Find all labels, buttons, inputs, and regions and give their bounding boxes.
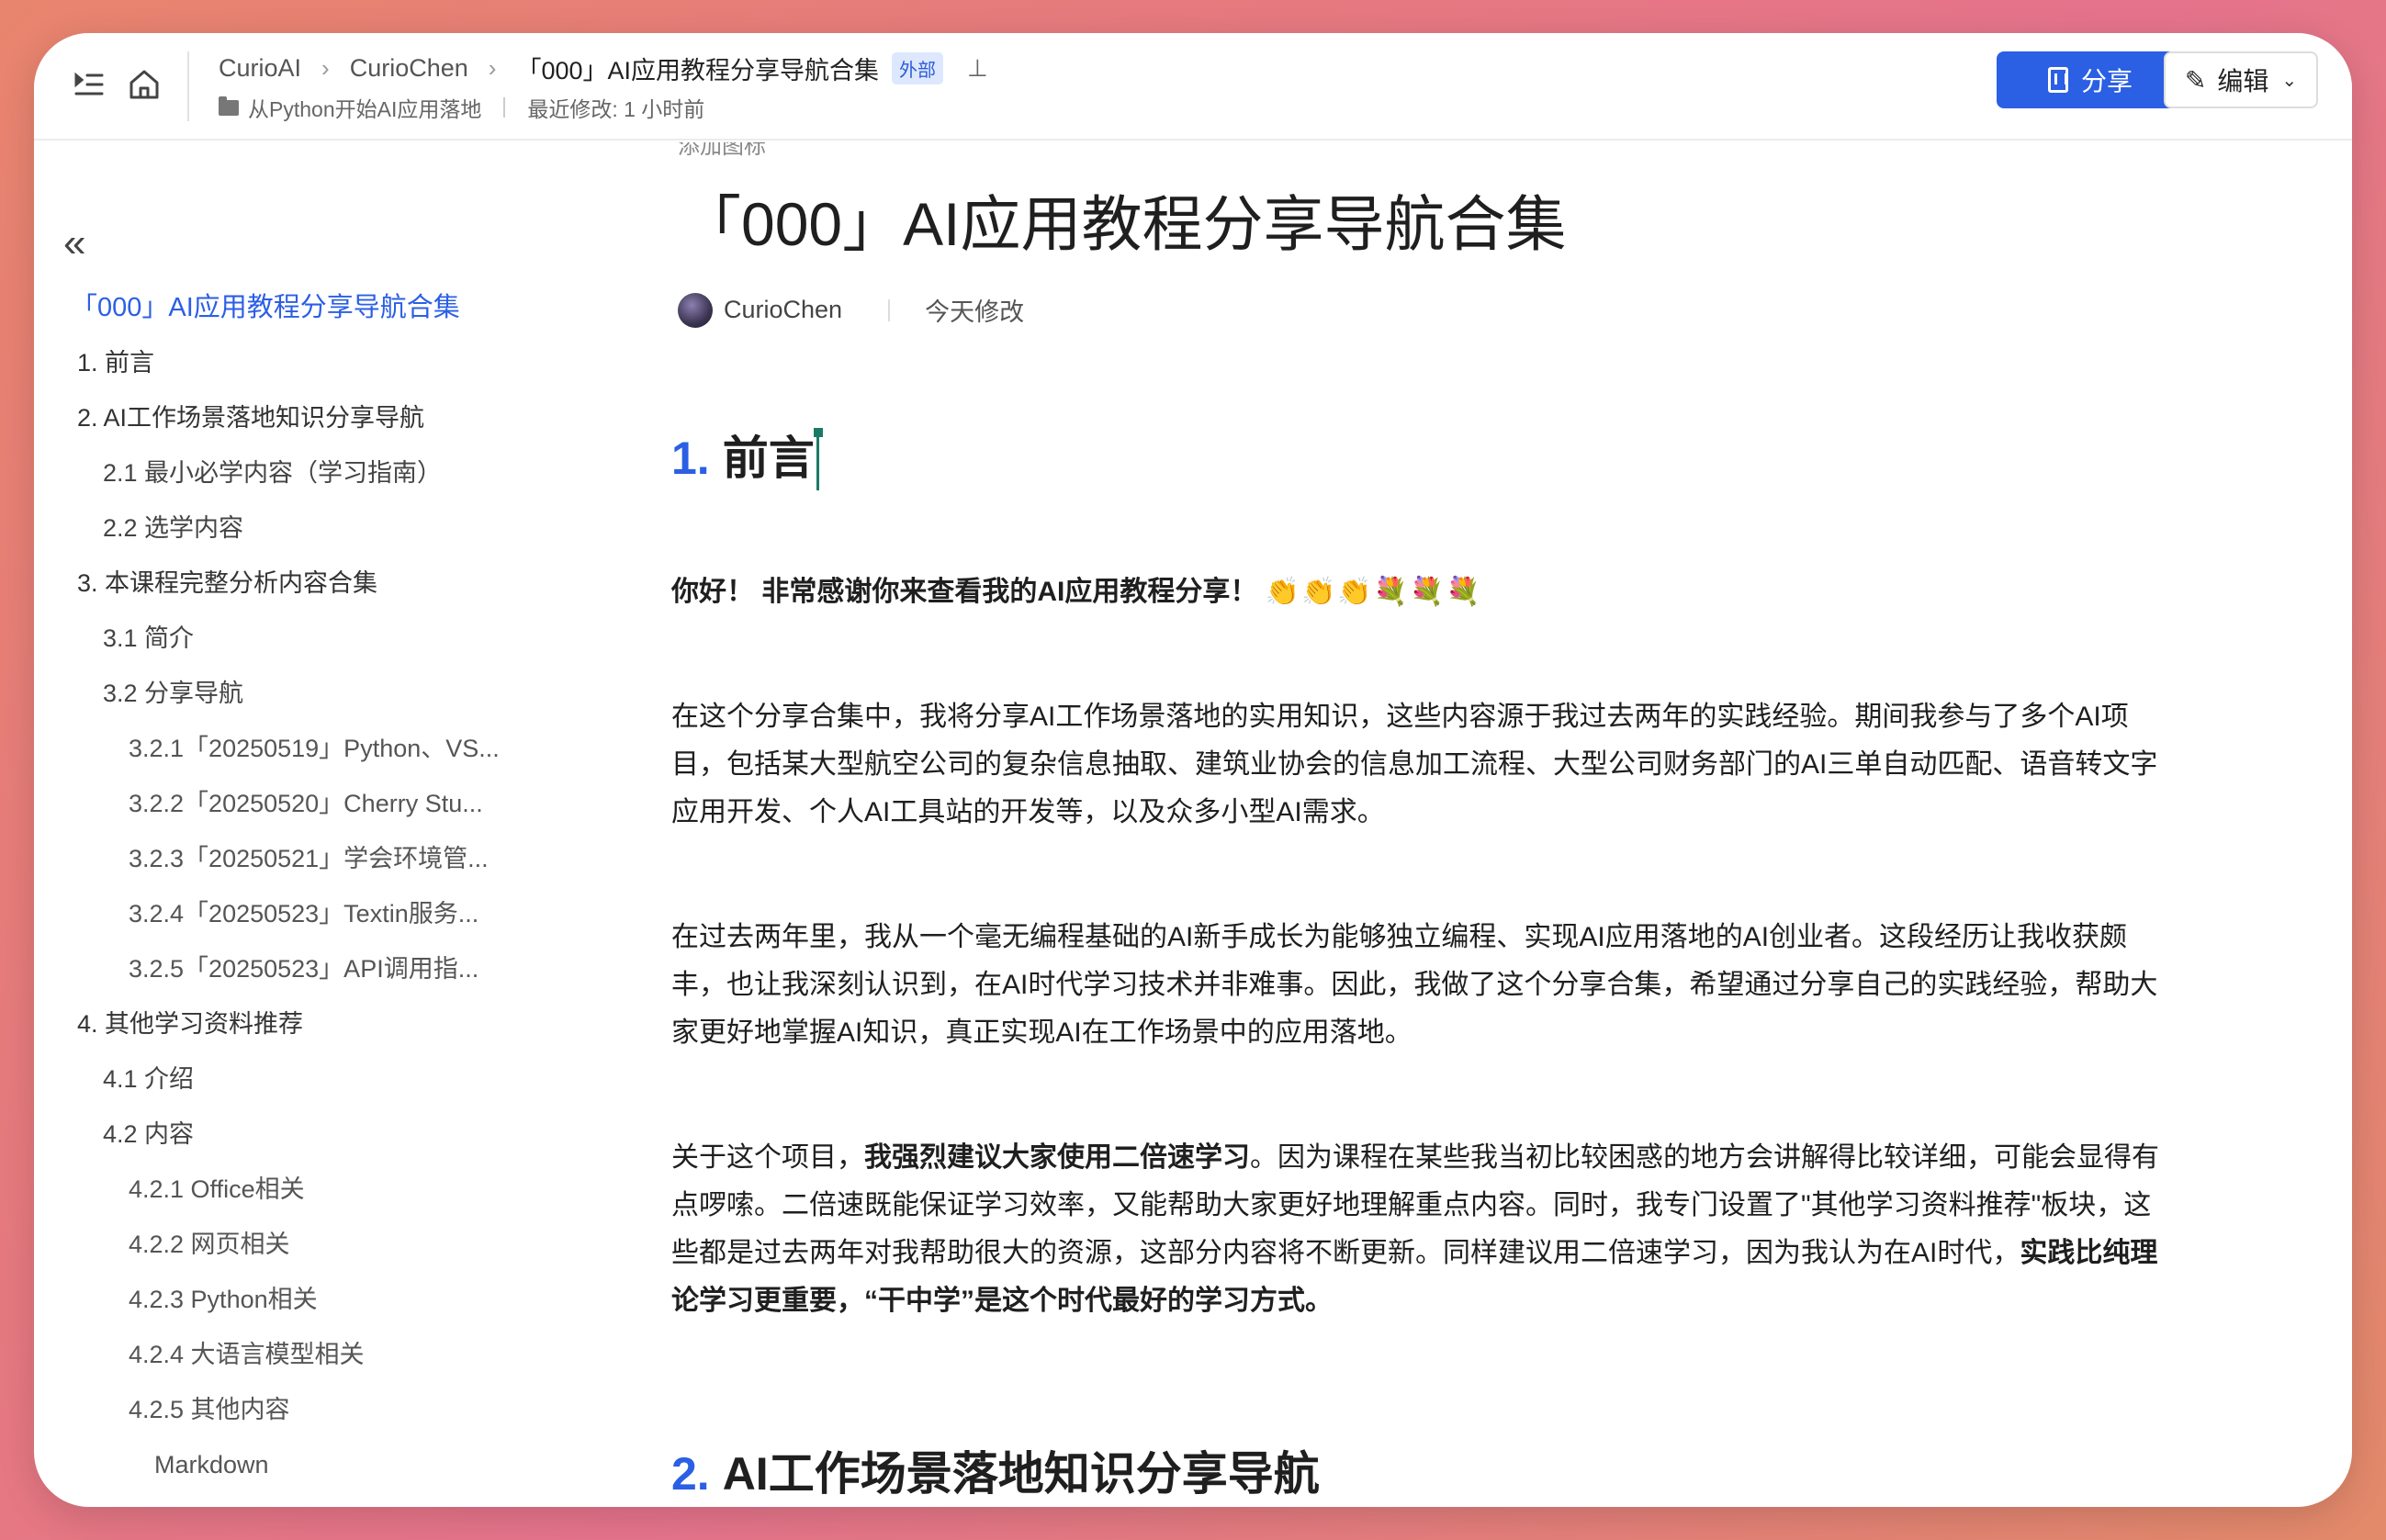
pin-icon[interactable]: ⊥ [967,54,988,83]
heading-2[interactable]: 2. AI工作场景落地知识分享导航 [671,1437,1320,1503]
paragraph[interactable]: 在这个分享合集中，我将分享AI工作场景落地的实用知识，这些内容源于我过去两年的实… [671,693,2178,837]
toc-item[interactable]: 3.1 简介 [71,611,594,666]
toc-item[interactable]: 2. AI工作场景落地知识分享导航 [71,390,594,445]
heading-1[interactable]: 1. 前言 [671,422,823,490]
avatar[interactable] [678,292,713,328]
clap-flower-emoji: 👏👏👏💐💐💐 [1265,577,1482,607]
breadcrumb-item[interactable]: CurioAI [219,54,301,83]
author-line: CurioChen 今天修改 [678,292,1024,328]
folder-name[interactable]: 从Python开始AI应用落地 [248,92,481,123]
toc-item[interactable]: 1. 前言 [71,335,594,390]
document-body: 添加图标 「000」AI应用教程分享导航合集 CurioChen 今天修改 1.… [636,142,2216,1507]
toc-item[interactable]: 3.2.2「20250520」Cherry Stu... [71,776,567,831]
author-name[interactable]: CurioChen [724,296,842,324]
building-icon [2047,67,2068,93]
header-divider [187,51,189,121]
toc-item[interactable]: 3.2.3「20250521」学会环境管... [71,831,567,886]
breadcrumb: CurioAI › CurioChen › 「000」AI应用教程分享导航合集 … [219,50,988,86]
edit-label: 编辑 [2217,67,2269,96]
toc-item[interactable]: 4.2 内容 [71,1107,594,1162]
heading-text: AI工作场景落地知识分享导航 [722,1448,1320,1500]
text-cursor [813,427,823,490]
greeting-text: 你好！ 非常感谢你来查看我的AI应用教程分享！ [671,577,1258,607]
toc-item[interactable]: 4.2.4 大语言模型相关 [71,1327,567,1382]
app-window: CurioAI › CurioChen › 「000」AI应用教程分享导航合集 … [34,33,2352,1507]
doc-meta-line: 从Python开始AI应用落地 最近修改: 1 小时前 [219,91,704,124]
meta-divider [503,97,506,118]
toc-item[interactable]: 3.2.1「20250519」Python、VS... [71,721,567,776]
pencil-icon: ✎ [2184,65,2207,95]
collapse-sidebar-icon[interactable]: « [63,223,85,264]
toc-item[interactable]: JSON [71,1492,594,1507]
toc-item-active[interactable]: 「000」AI应用教程分享导航合集 [71,280,594,335]
author-divider [888,298,891,321]
heading-number: 1. [671,433,710,484]
text-span: 关于这个项目， [671,1142,864,1173]
page-title[interactable]: 「000」AI应用教程分享导航合集 [681,175,1566,264]
toc-sidebar: « 「000」AI应用教程分享导航合集 1. 前言 2. AI工作场景落地知识分享导… [34,142,603,1508]
chevron-down-icon[interactable]: ⌄ [2281,69,2297,92]
toc-list: 「000」AI应用教程分享导航合集 1. 前言 2. AI工作场景落地知识分享导航 2… [71,280,594,1507]
modified-text: 今天修改 [925,298,1025,326]
chevron-right-icon: › [321,53,330,82]
external-badge: 外部 [892,51,944,84]
chevron-right-icon: › [488,53,497,82]
home-icon[interactable] [126,66,163,103]
toc-item[interactable]: 3. 本课程完整分析内容合集 [71,556,594,611]
share-label: 分享 [2080,67,2133,96]
toc-item[interactable]: 4.2.1 Office相关 [71,1162,567,1217]
edit-button[interactable]: ✎ 编辑 ⌄ [2164,51,2318,108]
toc-item[interactable]: 4.2.3 Python相关 [71,1272,567,1327]
breadcrumb-item[interactable]: CurioChen [350,54,468,83]
toc-item[interactable]: 3.2 分享导航 [71,666,594,721]
toc-item[interactable]: 4.1 介绍 [71,1051,594,1107]
heading-number: 2. [671,1448,710,1500]
heading-text: 前言 [722,433,815,484]
share-button[interactable]: 分享 [1997,51,2184,108]
toc-item[interactable]: 4.2.5 其他内容 [71,1382,567,1437]
toc-item[interactable]: 3.2.5「20250523」API调用指... [71,941,567,996]
toc-item[interactable]: 2.1 最小必学内容（学习指南） [71,445,594,500]
toggle-sidebar-icon[interactable] [71,66,107,103]
bold-text: 我强烈建议大家使用二倍速学习 [864,1142,1250,1173]
toc-item[interactable]: 4. 其他学习资料推荐 [71,996,594,1051]
toc-item[interactable]: Markdown [71,1437,594,1492]
breadcrumb-current: 「000」AI应用教程分享导航合集 [516,56,880,84]
add-icon-button[interactable]: 添加图标 [678,142,766,160]
greeting-paragraph[interactable]: 你好！ 非常感谢你来查看我的AI应用教程分享！ 👏👏👏💐💐💐 [671,568,2178,616]
toc-item[interactable]: 4.2.2 网页相关 [71,1217,567,1272]
toc-item[interactable]: 2.2 选学内容 [71,500,594,556]
paragraph[interactable]: 在过去两年里，我从一个毫无编程基础的AI新手成长为能够独立编程、实现AI应用落地… [671,914,2178,1057]
paragraph[interactable]: 关于这个项目，我强烈建议大家使用二倍速学习。因为课程在某些我当初比较困惑的地方会… [671,1134,2178,1325]
top-header: CurioAI › CurioChen › 「000」AI应用教程分享导航合集 … [34,33,2352,141]
toc-item[interactable]: 3.2.4「20250523」Textin服务... [71,886,567,941]
folder-icon [219,96,239,116]
last-modified: 最近修改: 1 小时前 [527,97,705,121]
